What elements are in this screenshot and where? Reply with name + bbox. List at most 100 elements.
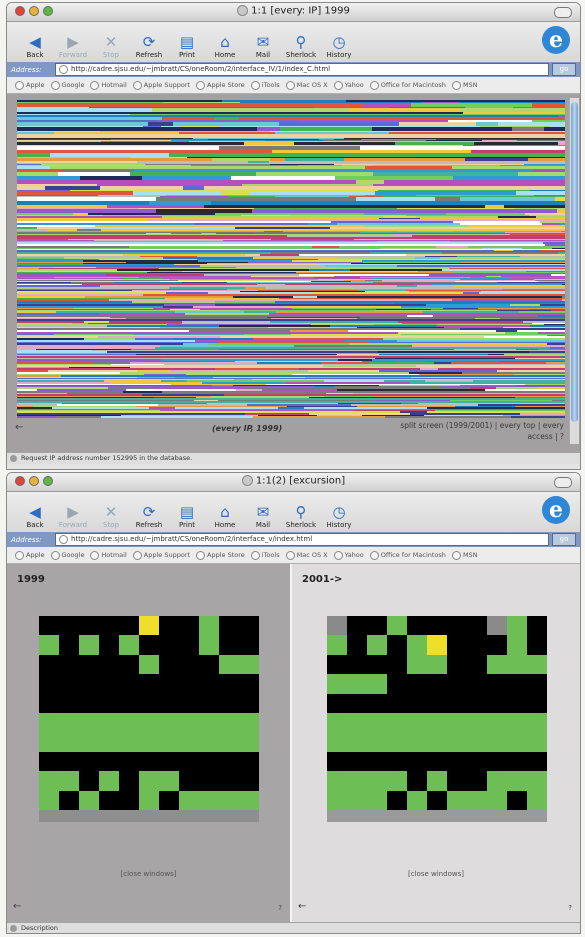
color-stripe — [17, 249, 90, 250]
back-button[interactable]: ◀ Back — [17, 33, 53, 62]
color-stripe — [170, 242, 223, 244]
grid-1999-cell — [199, 654, 219, 675]
favorite-link[interactable]: MSN — [451, 550, 478, 560]
favorite-link[interactable]: Apple — [15, 550, 45, 560]
favorite-link[interactable]: Apple Store — [196, 80, 245, 90]
grid-1999-cell — [79, 712, 99, 733]
color-stripe — [335, 386, 444, 387]
print-button[interactable]: ▤ Print — [169, 503, 205, 532]
toolbar-toggle-icon[interactable] — [554, 7, 572, 18]
color-stripe — [344, 138, 434, 139]
vertical-scrollbar[interactable] — [569, 98, 579, 444]
go-button[interactable]: go — [552, 533, 576, 546]
back-arrow-icon: ◀ — [29, 503, 41, 521]
favorite-link[interactable]: Hotmail — [90, 550, 127, 560]
grid-1999-cell — [199, 712, 219, 733]
refresh-button[interactable]: ⟳ Refresh — [131, 33, 167, 62]
color-stripe — [270, 164, 334, 165]
help-link[interactable]: ? — [278, 904, 282, 912]
color-stripe — [419, 374, 514, 375]
back-link-icon[interactable]: ← — [298, 901, 306, 912]
color-stripe — [17, 271, 131, 272]
home-button[interactable]: ⌂ Home — [207, 33, 243, 62]
favorite-link[interactable]: Yahoo — [333, 550, 364, 560]
stop-button[interactable]: ✕ Stop — [93, 33, 129, 62]
favorite-link[interactable]: Apple — [15, 80, 45, 90]
scrollbar-thumb[interactable] — [571, 102, 578, 422]
print-button[interactable]: ▤ Print — [169, 33, 205, 62]
color-stripe — [314, 277, 360, 278]
mail-button[interactable]: ✉ Mail — [245, 503, 281, 532]
favorite-link[interactable]: Google — [50, 550, 84, 560]
favorite-link[interactable]: MSN — [451, 80, 478, 90]
favorite-link[interactable]: Hotmail — [90, 80, 127, 90]
color-stripe — [429, 276, 486, 277]
sherlock-button[interactable]: ⚲ Sherlock — [283, 503, 319, 532]
history-button[interactable]: ◷ History — [321, 33, 357, 62]
color-stripe — [265, 283, 388, 284]
color-stripe — [73, 308, 153, 309]
page-icon — [59, 535, 68, 544]
color-stripe — [334, 164, 454, 165]
favorite-link[interactable]: Apple Support — [132, 80, 190, 90]
title-bar[interactable]: 1:1(2) [excursion] — [7, 473, 580, 492]
title-bar[interactable]: 1:1 [every: IP] 1999 — [7, 3, 580, 22]
help-link[interactable]: ? — [568, 904, 572, 912]
favorite-link[interactable]: Google — [50, 80, 84, 90]
back-button[interactable]: ◀ Back — [17, 503, 53, 532]
favorite-link[interactable]: Apple Support — [132, 550, 190, 560]
color-stripe — [163, 257, 253, 259]
sherlock-icon: ⚲ — [295, 33, 307, 51]
favorite-link[interactable]: iTools — [250, 80, 280, 90]
close-windows-link[interactable]: [close windows] — [7, 870, 290, 878]
color-stripe — [158, 404, 247, 406]
home-button[interactable]: ⌂ Home — [207, 503, 243, 532]
forward-button[interactable]: ▶ Forward — [55, 33, 91, 62]
color-stripe — [539, 166, 565, 169]
color-stripe — [372, 278, 511, 279]
forward-button[interactable]: ▶ Forward — [55, 503, 91, 532]
grid-1999-cell — [139, 732, 159, 752]
favorite-link[interactable]: iTools — [250, 550, 280, 560]
color-stripe — [377, 332, 398, 334]
grid-1999-cell — [39, 771, 59, 791]
color-stripe — [54, 277, 139, 278]
mail-button[interactable]: ✉ Mail — [245, 33, 281, 62]
split-screen-links[interactable]: split screen (1999/2001) | every top | e… — [389, 420, 564, 442]
back-link-icon[interactable]: ← — [15, 422, 23, 433]
history-button[interactable]: ◷ History — [321, 503, 357, 532]
color-stripe — [353, 393, 452, 394]
color-stripe — [532, 120, 565, 122]
favorite-link[interactable]: Apple Store — [196, 550, 245, 560]
favorite-link[interactable]: Mac OS X — [285, 80, 328, 90]
color-stripe — [162, 391, 307, 393]
favorite-link[interactable]: Mac OS X — [285, 550, 328, 560]
back-link-icon[interactable]: ← — [13, 901, 21, 912]
close-windows-link[interactable]: [close windows] — [292, 870, 580, 878]
color-stripe — [309, 269, 350, 271]
color-stripe — [540, 304, 565, 306]
color-stripe — [195, 340, 344, 342]
color-stripe — [497, 282, 565, 283]
grid-2001-cell — [387, 654, 407, 675]
favorite-link[interactable]: Office for Macintosh — [369, 80, 446, 90]
color-stripe — [454, 231, 561, 232]
stop-button[interactable]: ✕ Stop — [93, 503, 129, 532]
color-stripe — [283, 347, 400, 349]
color-stripe — [531, 350, 565, 351]
sherlock-button[interactable]: ⚲ Sherlock — [283, 33, 319, 62]
color-stripe — [522, 248, 552, 249]
favorite-link[interactable]: Office for Macintosh — [369, 550, 446, 560]
refresh-button[interactable]: ⟳ Refresh — [131, 503, 167, 532]
color-stripe — [177, 385, 212, 386]
color-stripe — [166, 145, 236, 146]
home-icon: ⌂ — [220, 33, 230, 51]
url-field[interactable]: http://cadre.sjsu.edu/~jmbratt/CS/oneRoo… — [55, 63, 549, 76]
toolbar-toggle-icon[interactable] — [554, 477, 572, 488]
grid-1999-cell — [159, 732, 179, 752]
go-button[interactable]: go — [552, 63, 576, 76]
grid-2001-cell — [367, 674, 387, 694]
favorite-link[interactable]: Yahoo — [333, 80, 364, 90]
url-field[interactable]: http://cadre.sjsu.edu/~jmbratt/CS/oneRoo… — [55, 533, 549, 546]
grid-1999-cell — [59, 712, 79, 733]
